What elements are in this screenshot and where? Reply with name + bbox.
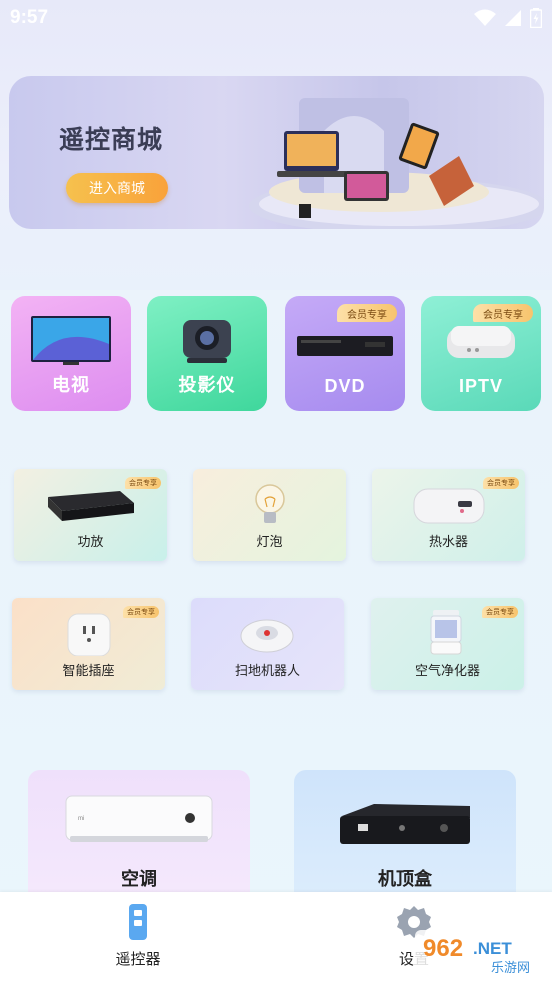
device-label: 热水器 <box>428 534 468 549</box>
watermark-logo: 962 .NET 乐游网 <box>415 928 547 978</box>
device-card-air-conditioner[interactable]: mi 空调 <box>28 770 250 892</box>
device-label: 空调 <box>121 869 157 889</box>
status-time: 9:57 <box>10 7 49 28</box>
enter-mall-button[interactable]: 进入商城 <box>66 173 168 203</box>
amplifier-image <box>48 491 134 521</box>
device-label: IPTV <box>458 376 503 396</box>
device-label: 智能插座 <box>62 663 115 678</box>
wifi-icon <box>474 9 496 26</box>
svg-text:mi: mi <box>78 816 84 822</box>
device-card-air-purifier[interactable]: 会员专享 空气净化器 <box>371 598 524 690</box>
signal-icon <box>505 10 521 26</box>
svg-text:.NET: .NET <box>473 939 512 958</box>
projector-image <box>183 320 231 363</box>
device-label: DVD <box>324 376 366 396</box>
device-card-water-heater[interactable]: 会员专享 热水器 <box>372 469 525 561</box>
device-card-projector[interactable]: 投影仪 <box>147 296 267 411</box>
dvd-player-image <box>297 336 393 356</box>
device-card-smart-plug[interactable]: 会员专享 智能插座 <box>12 598 165 690</box>
device-card-iptv[interactable]: 会员专享 IPTV <box>421 296 541 411</box>
device-card-bulb[interactable]: 灯泡 <box>193 469 346 561</box>
status-bar: 9:57 <box>0 0 552 36</box>
device-label: 空气净化器 <box>414 663 480 678</box>
svg-text:962: 962 <box>423 935 463 962</box>
battery-icon <box>530 8 542 28</box>
iptv-box-image <box>447 326 515 358</box>
robot-vacuum-image <box>240 619 294 653</box>
svg-text:乐游网: 乐游网 <box>491 961 530 976</box>
air-conditioner-image: mi <box>65 795 213 842</box>
set-top-box-image <box>340 804 470 844</box>
device-label: 灯泡 <box>256 534 283 549</box>
remote-icon <box>129 904 147 940</box>
banner-products-image <box>249 98 544 229</box>
device-card-set-top-box[interactable]: 机顶盒 <box>294 770 516 892</box>
air-purifier-image <box>430 610 462 655</box>
device-label: 投影仪 <box>178 375 236 395</box>
tv-image <box>31 316 111 365</box>
smart-plug-image <box>67 613 111 656</box>
device-card-robot-vacuum[interactable]: 扫地机器人 <box>191 598 344 690</box>
device-label: 电视 <box>52 375 90 395</box>
banner-title: 遥控商城 <box>59 126 164 154</box>
device-card-amplifier[interactable]: 会员专享 功放 <box>14 469 167 561</box>
water-heater-image <box>413 488 485 524</box>
bulb-image <box>255 484 285 523</box>
device-label: 扫地机器人 <box>234 663 300 678</box>
device-label: 功放 <box>77 534 104 549</box>
device-label: 机顶盒 <box>378 869 432 889</box>
device-card-tv[interactable]: 电视 <box>11 296 131 411</box>
mall-banner[interactable]: 遥控商城 进入商城 <box>9 76 544 229</box>
status-icons <box>474 8 542 28</box>
tab-label: 遥控器 <box>115 951 161 968</box>
device-card-dvd[interactable]: 会员专享 DVD <box>285 296 405 411</box>
tab-remote[interactable]: 遥控器 <box>68 892 208 981</box>
watermark-image: 962 .NET 乐游网 <box>415 930 547 976</box>
